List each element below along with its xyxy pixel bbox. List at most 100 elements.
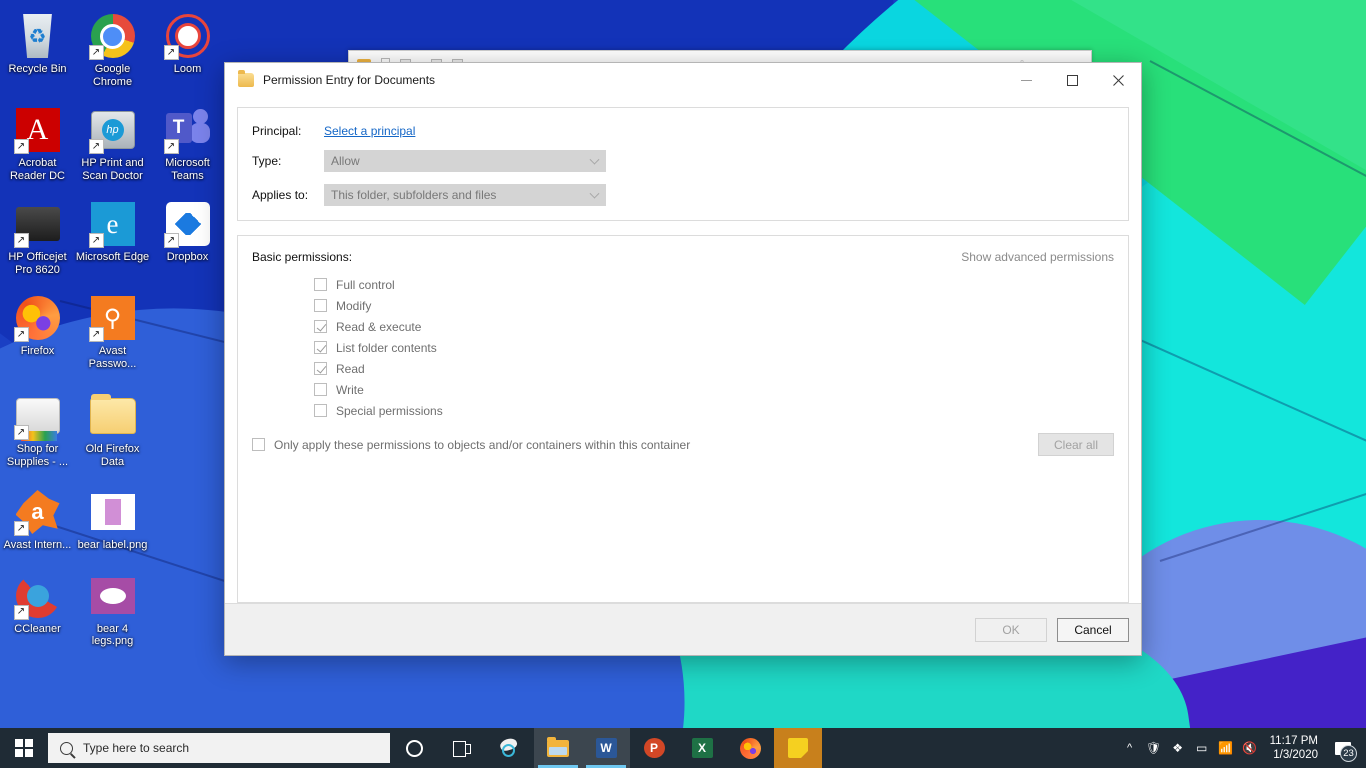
clock[interactable]: 11:17 PM 1/3/2020 <box>1262 728 1328 768</box>
start-button[interactable] <box>0 728 48 768</box>
taskbar-powerpoint-button[interactable]: P <box>630 728 678 768</box>
type-label: Type: <box>252 154 282 168</box>
ccleaner-icon: ↗ <box>13 572 62 620</box>
taskbar-file-explorer-button[interactable] <box>534 728 582 768</box>
applies-to-label: Applies to: <box>252 188 309 202</box>
desktop-icon-old-firefox-data[interactable]: Old Firefox Data <box>75 384 150 468</box>
select-a-principal-link[interactable]: Select a principal <box>324 124 415 138</box>
teams-icon: T ↗ <box>163 106 212 154</box>
checkbox[interactable] <box>252 438 265 451</box>
notification-center-button[interactable]: 23 <box>1328 728 1358 768</box>
permission-list-folder-contents[interactable]: List folder contents <box>314 337 1114 358</box>
clear-all-button[interactable]: Clear all <box>1038 433 1114 456</box>
ok-button[interactable]: OK <box>975 617 1047 642</box>
shortcut-arrow-icon: ↗ <box>13 425 29 440</box>
taskbar-firefox-button[interactable] <box>726 728 774 768</box>
permission-full-control[interactable]: Full control <box>314 274 1114 295</box>
desktop-icon-dropbox[interactable]: ↗ Dropbox <box>150 192 225 276</box>
permission-write[interactable]: Write <box>314 379 1114 400</box>
desktop-icon-hp-print-and-scan-doctor[interactable]: ↗ HP Print and Scan Doctor <box>75 98 150 182</box>
loom-icon: ↗ <box>163 12 212 60</box>
permission-modify[interactable]: Modify <box>314 295 1114 316</box>
principal-row: Principal: Select a principal <box>252 124 1114 138</box>
desktop-icon-label: Firefox <box>20 345 55 357</box>
maximize-button[interactable] <box>1049 63 1095 97</box>
only-apply-checkbox-row[interactable]: Only apply these permissions to objects … <box>252 438 690 452</box>
desktop-icon-avast-passwords[interactable]: ⚲ ↗ Avast Passwo... <box>75 286 150 370</box>
checkbox[interactable] <box>314 278 327 291</box>
desktop-icon-hp-officejet-pro-8620[interactable]: ↗ HP Officejet Pro 8620 <box>0 192 75 276</box>
shortcut-arrow-icon: ↗ <box>88 45 104 60</box>
dialog-title-bar[interactable]: Permission Entry for Documents <box>225 63 1141 97</box>
checkbox[interactable] <box>314 320 327 333</box>
checkbox[interactable] <box>314 299 327 312</box>
dropbox-icon: ↗ <box>163 200 212 248</box>
avast-tray-icon[interactable]: 🛡 <box>1142 728 1166 768</box>
window-controls <box>1003 63 1141 97</box>
word-icon: W <box>595 738 617 758</box>
search-placeholder: Type here to search <box>83 741 190 755</box>
checkbox[interactable] <box>314 383 327 396</box>
desktop-icon-shop-for-supplies[interactable]: ↗ Shop for Supplies - ... <box>0 384 75 468</box>
permission-label: Write <box>336 382 364 397</box>
taskbar-task-view-button[interactable] <box>438 728 486 768</box>
sticky-notes-icon <box>788 738 808 758</box>
dialog-footer: OK Cancel <box>225 603 1141 655</box>
permission-read-execute[interactable]: Read & execute <box>314 316 1114 337</box>
volume-muted-icon[interactable]: 🔇 <box>1238 728 1262 768</box>
desktop-icon-label: Avast Intern... <box>3 539 72 551</box>
desktop-icon-avast-internet-security[interactable]: a ↗ Avast Intern... <box>0 480 75 552</box>
desktop-icon-label: Dropbox <box>166 251 209 263</box>
shortcut-arrow-icon: ↗ <box>13 233 29 248</box>
checkbox[interactable] <box>314 404 327 417</box>
permission-entry-dialog: Permission Entry for Documents Principal… <box>224 62 1142 656</box>
taskbar-excel-button[interactable]: X <box>678 728 726 768</box>
permission-label: Special permissions <box>336 403 443 418</box>
applies-to-dropdown[interactable]: This folder, subfolders and files <box>324 184 606 206</box>
firefox-icon <box>739 737 761 759</box>
dropbox-tray-icon[interactable]: ❖ <box>1166 728 1190 768</box>
type-dropdown[interactable]: Allow <box>324 150 606 172</box>
taskbar-snip-sketch-button[interactable] <box>486 728 534 768</box>
desktop-icon-bear-4-legs-png[interactable]: bear 4 legs.png <box>75 564 150 648</box>
checkbox[interactable] <box>314 341 327 354</box>
desktop-icon-microsoft-edge[interactable]: e ↗ Microsoft Edge <box>75 192 150 276</box>
wifi-icon[interactable]: 📶 <box>1214 728 1238 768</box>
permission-label: Modify <box>336 298 372 313</box>
taskbar-cortana-button[interactable] <box>390 728 438 768</box>
desktop-icon-microsoft-teams[interactable]: T ↗ Microsoft Teams <box>150 98 225 182</box>
cancel-button[interactable]: Cancel <box>1057 617 1129 642</box>
image-file-icon <box>89 572 137 620</box>
maximize-icon <box>1066 74 1078 86</box>
minimize-icon <box>1020 79 1032 81</box>
search-input[interactable]: Type here to search <box>48 733 390 763</box>
permission-read[interactable]: Read <box>314 358 1114 379</box>
permission-special-permissions[interactable]: Special permissions <box>314 400 1114 421</box>
desktop-icon-acrobat-reader-dc[interactable]: A ↗ Acrobat Reader DC <box>0 98 75 182</box>
chevron-down-icon <box>589 188 600 199</box>
show-advanced-permissions-link[interactable]: Show advanced permissions <box>961 250 1114 264</box>
desktop-icon-firefox[interactable]: ↗ Firefox <box>0 286 75 370</box>
taskbar-word-button[interactable]: W <box>582 728 630 768</box>
taskbar-sticky-notes-button[interactable] <box>774 728 822 768</box>
chrome-icon: ↗ <box>88 12 137 60</box>
dialog-body: Principal: Select a principal Type: Allo… <box>225 97 1141 603</box>
desktop-icon-google-chrome[interactable]: ↗ Google Chrome <box>75 4 150 88</box>
desktop-icon-loom[interactable]: ↗ Loom <box>150 4 225 88</box>
desktop-icon-ccleaner[interactable]: ↗ CCleaner <box>0 564 75 648</box>
checkbox[interactable] <box>314 362 327 375</box>
show-hidden-icons-chevron-icon[interactable]: ^ <box>1118 728 1142 768</box>
shortcut-arrow-icon: ↗ <box>88 139 104 154</box>
battery-icon[interactable]: ▭ <box>1190 728 1214 768</box>
desktop-icon-recycle-bin[interactable]: Recycle Bin <box>0 4 75 88</box>
shortcut-arrow-icon: ↗ <box>88 233 104 248</box>
desktop-icon-label: Loom <box>173 63 202 75</box>
minimize-button[interactable] <box>1003 63 1049 97</box>
desktop-icon-label: Acrobat Reader DC <box>9 157 66 182</box>
type-value: Allow <box>331 154 360 168</box>
desktop[interactable]: Recycle Bin ↗ Google Chrome ↗ Loom A↗ Ac… <box>0 0 1366 768</box>
desktop-icon-bear-label-png[interactable]: bear label.png <box>75 480 150 552</box>
hp-briefcase-icon: ↗ <box>88 106 137 154</box>
close-button[interactable] <box>1095 63 1141 97</box>
excel-icon: X <box>691 738 713 758</box>
